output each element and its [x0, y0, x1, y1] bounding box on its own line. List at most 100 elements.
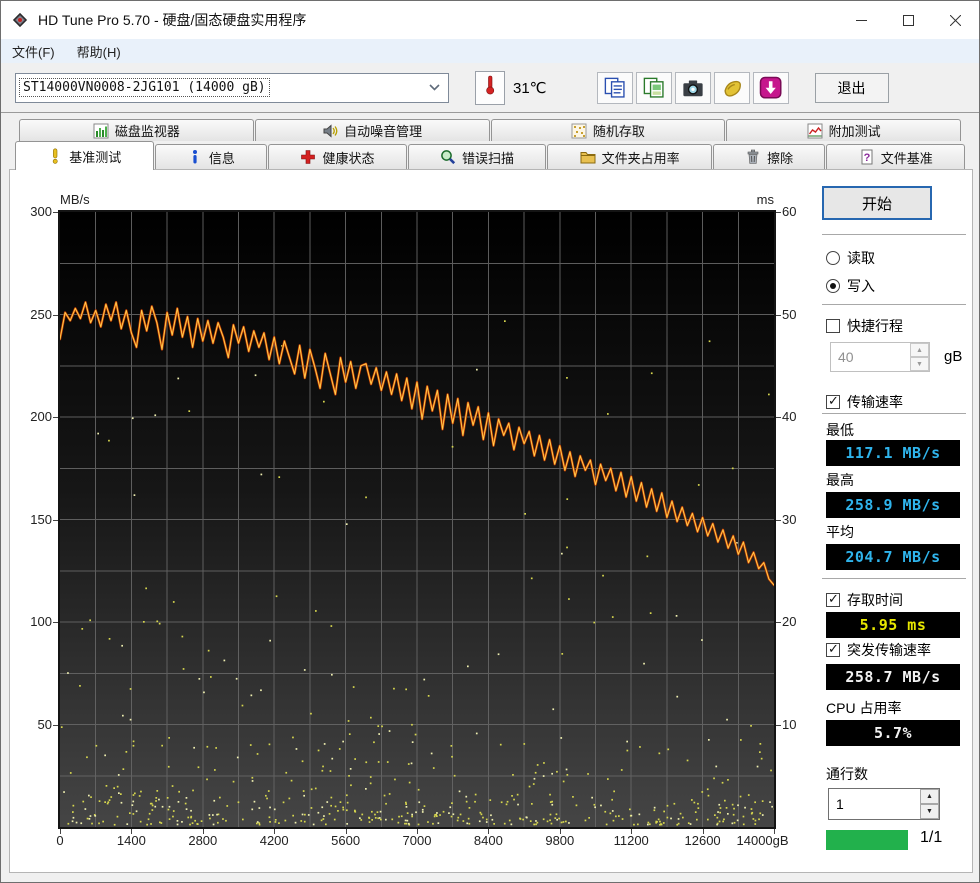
y-left-tick [53, 212, 58, 213]
app-window: HD Tune Pro 5.70 - 硬盘/固态硬盘实用程序 文件(F) 帮助(… [0, 0, 980, 883]
temperature-value: 31℃ [513, 79, 547, 97]
burst-rate-value: 258.7 MB/s [826, 664, 960, 690]
short-stroke-length-input[interactable]: 40 ▲ ▼ [830, 342, 930, 372]
maximum-value: 258.9 MB/s [826, 492, 960, 518]
menu-help[interactable]: 帮助(H) [66, 39, 132, 63]
x-tick [774, 829, 775, 834]
progress-label: 1/1 [920, 829, 942, 847]
screenshot-icon [682, 77, 704, 99]
y-left-tick [53, 622, 58, 623]
transfer-rate-checkbox[interactable]: 传输速率 [826, 392, 903, 412]
tab-label: 文件夹占用率 [602, 148, 680, 167]
tab-label: 信息 [209, 148, 235, 167]
spin-down-button[interactable]: ▼ [910, 357, 929, 371]
svg-text:?: ? [863, 152, 870, 164]
tab-label: 自动噪音管理 [344, 121, 422, 140]
x-tick-label: 4200 [260, 833, 289, 849]
maximize-button[interactable] [885, 1, 932, 39]
read-radio[interactable]: 读取 [826, 248, 875, 268]
radio-indicator [826, 279, 840, 293]
update-icon [759, 76, 783, 100]
x-tick-label: 8400 [474, 833, 503, 849]
pass-count-input[interactable]: 1 ▲ ▼ [828, 788, 940, 820]
y-left-unit-label: MB/s [60, 192, 90, 207]
disk-monitor-icon [93, 123, 109, 139]
chevron-down-icon[interactable] [424, 84, 444, 91]
spin-up-button[interactable]: ▲ [920, 789, 939, 804]
donate-icon [721, 77, 743, 99]
title-bar: HD Tune Pro 5.70 - 硬盘/固态硬盘实用程序 [1, 1, 979, 39]
divider [822, 234, 966, 235]
tab-extra-tests[interactable]: 附加测试 [726, 119, 961, 141]
tab-erase[interactable]: 擦除 [713, 144, 826, 169]
x-tick-label: 14000gB [737, 833, 789, 849]
start-button[interactable]: 开始 [822, 186, 932, 220]
tab-random-access[interactable]: 随机存取 [491, 119, 726, 141]
drive-selector[interactable]: ST14000VN0008-2JG101 (14000 gB) [15, 73, 449, 103]
average-label: 平均 [826, 522, 854, 542]
tab-disk-monitor[interactable]: 磁盘监视器 [19, 119, 254, 141]
write-radio[interactable]: 写入 [826, 276, 875, 296]
y-left-tick [53, 520, 58, 521]
pass-count-value: 1 [829, 789, 920, 819]
close-button[interactable] [932, 1, 979, 39]
noise-icon [322, 123, 338, 139]
erase-icon [745, 149, 761, 165]
tab-label: 随机存取 [593, 121, 645, 140]
y-left-tick-label: 100 [10, 614, 52, 630]
copy-text-icon [604, 77, 626, 99]
spin-up-button[interactable]: ▲ [910, 343, 929, 357]
file-benchmark-icon: ? [859, 149, 875, 165]
x-tick [417, 829, 418, 834]
chart-plot-area [58, 210, 776, 829]
tab-info[interactable]: 信息 [155, 144, 268, 169]
tab-file-benchmark[interactable]: ?文件基准 [826, 144, 965, 169]
app-icon [11, 11, 29, 29]
health-icon [300, 149, 316, 165]
y-right-tick [776, 725, 781, 726]
tab-error-scan[interactable]: 错误扫描 [408, 144, 547, 169]
donate-button[interactable] [714, 72, 750, 104]
spin-down-button[interactable]: ▼ [920, 804, 939, 819]
folder-usage-icon [580, 149, 596, 165]
copy-text-button[interactable] [597, 72, 633, 104]
tab-strip: 磁盘监视器 自动噪音管理 随机存取 附加测试 基准测试 信息 健康状态 错误扫描 文件夹占用率… [1, 113, 979, 169]
menu-file[interactable]: 文件(F) [1, 39, 66, 63]
tab-label: 错误扫描 [462, 148, 514, 167]
tab-label: 健康状态 [322, 148, 374, 167]
short-stroke-checkbox[interactable]: 快捷行程 [826, 316, 903, 336]
average-value: 204.7 MB/s [826, 544, 960, 570]
benchmark-icon [47, 148, 63, 164]
tab-auto-acoustic[interactable]: 自动噪音管理 [255, 119, 490, 141]
minimize-button[interactable] [838, 1, 885, 39]
copy-image-icon [643, 77, 665, 99]
tab-label: 附加测试 [829, 121, 881, 140]
checkbox-indicator [826, 319, 840, 333]
tab-folder-usage[interactable]: 文件夹占用率 [547, 144, 712, 169]
toolbar: ST14000VN0008-2JG101 (14000 gB) 31℃ 退出 [1, 63, 979, 113]
transfer-rate-label: 传输速率 [847, 392, 903, 412]
y-right-tick-label: 30 [782, 512, 796, 528]
access-time-checkbox[interactable]: 存取时间 [826, 590, 903, 610]
burst-rate-checkbox[interactable]: 突发传输速率 [826, 640, 931, 660]
tab-label: 基准测试 [69, 147, 121, 166]
update-button[interactable] [753, 72, 789, 104]
checkbox-indicator [826, 395, 840, 409]
y-left-tick [53, 417, 58, 418]
random-access-icon [571, 123, 587, 139]
x-tick [488, 829, 489, 834]
benchmark-page: 300 250 200 150 100 50 60 50 40 30 20 10… [9, 169, 973, 873]
screenshot-button[interactable] [675, 72, 711, 104]
temperature-button[interactable] [475, 71, 505, 105]
checkbox-indicator [826, 643, 840, 657]
y-left-tick [53, 725, 58, 726]
y-left-tick-label: 50 [10, 717, 52, 733]
tab-health[interactable]: 健康状态 [268, 144, 407, 169]
copy-image-button[interactable] [636, 72, 672, 104]
x-tick-label: 5600 [331, 833, 360, 849]
tab-benchmark[interactable]: 基准测试 [15, 141, 154, 170]
x-tick-label: 12600 [685, 833, 721, 849]
exit-button[interactable]: 退出 [815, 73, 889, 103]
menu-bar: 文件(F) 帮助(H) [1, 39, 979, 63]
y-left-tick-label: 250 [10, 307, 52, 323]
